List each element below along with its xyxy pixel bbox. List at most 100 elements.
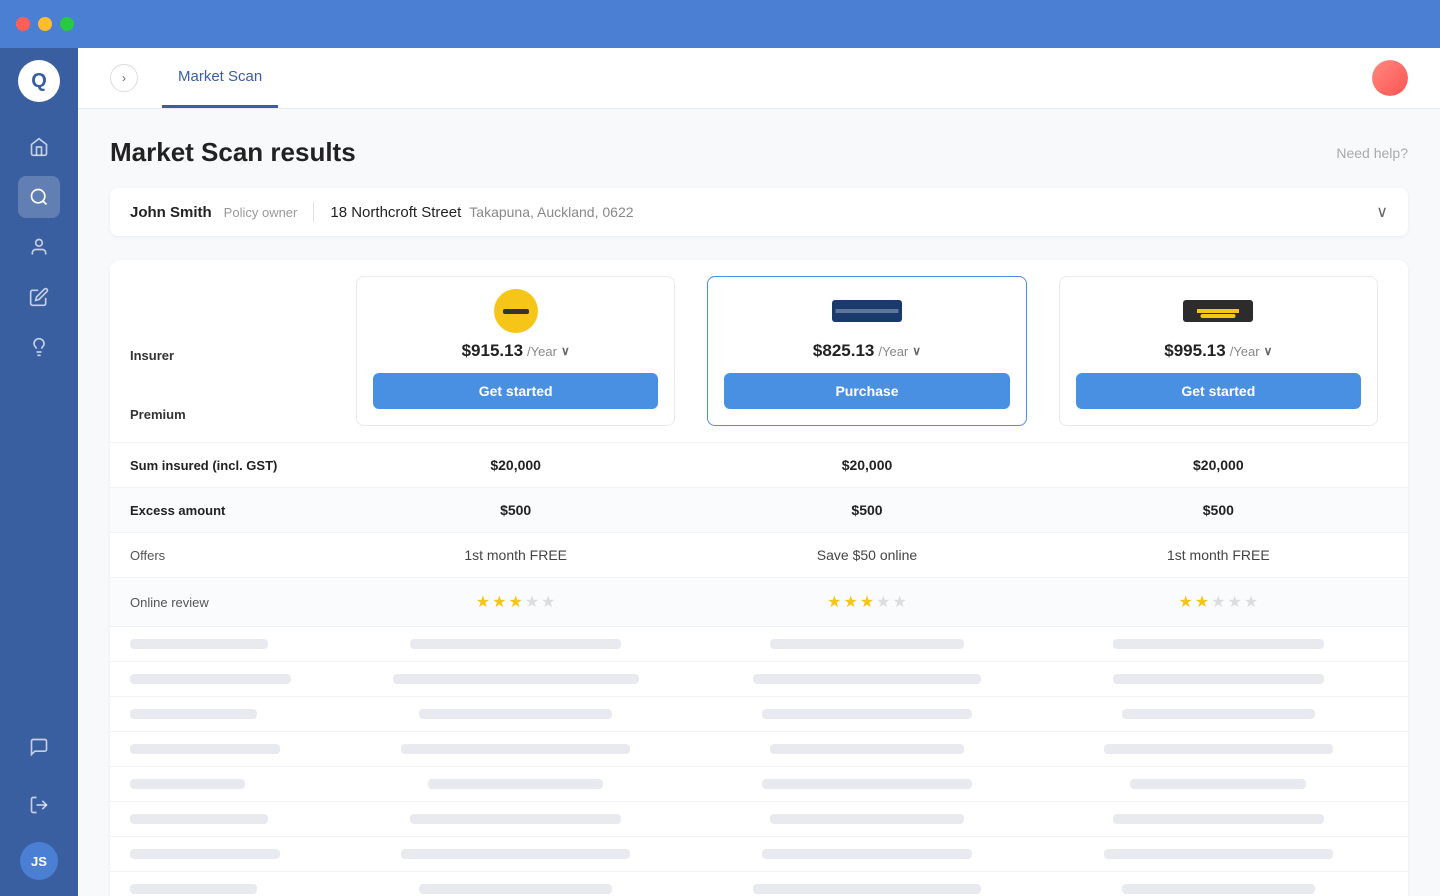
sidebar-bottom: JS [18,726,60,896]
star-5: ★ [893,592,907,612]
col1-stars: ★ ★ ★ ★ ★ [340,578,691,626]
nav-tabs: Market Scan [162,48,278,108]
skeleton-label-0 [130,639,268,649]
skeleton-val-0-1 [770,639,963,649]
col2-sum-insured: $20,000 [691,443,1042,487]
top-nav: › Market Scan [78,48,1440,109]
insurer-1-premium-chevron[interactable]: ∨ [561,344,570,358]
col1-sum-insured: $20,000 [340,443,691,487]
skeleton-label-3 [130,744,280,754]
star-1: ★ [827,592,841,612]
col3-excess: $500 [1043,488,1394,532]
insurer-3-premium-chevron[interactable]: ∨ [1264,344,1273,358]
nav-avatar[interactable] [1372,60,1408,96]
star-5: ★ [1244,592,1258,612]
insurer-3-get-started-button[interactable]: Get started [1076,373,1361,409]
traffic-light-green[interactable] [60,17,74,31]
comparison-table: Insurer Premium $915.13 [110,260,1408,896]
traffic-light-yellow[interactable] [38,17,52,31]
insurer-2-purchase-button[interactable]: Purchase [724,373,1009,409]
insurer-logo-3 [1183,293,1253,329]
user-avatar[interactable]: JS [20,842,58,880]
skeleton-row-0 [110,626,1408,661]
sidebar-item-scan[interactable] [18,176,60,218]
policy-chevron-icon[interactable]: ∨ [1376,202,1388,222]
skeleton-label-7 [130,884,257,894]
col3-offers: 1st month FREE [1043,533,1394,577]
sidebar-item-logout[interactable] [18,784,60,826]
skeleton-val-1-2 [1113,674,1324,684]
skeleton-val-4-1 [762,779,973,789]
skeleton-val-3-2 [1104,744,1332,754]
star-1: ★ [476,592,490,612]
sidebar-item-person[interactable] [18,226,60,268]
row-label-excess: Excess amount [110,489,340,532]
tab-market-scan[interactable]: Market Scan [162,48,278,108]
nav-avatar-image [1372,60,1408,96]
skeleton-row-5 [110,801,1408,836]
insurer-3-logo-shape [1183,300,1253,322]
skeleton-val-2-1 [762,709,973,719]
skeleton-val-0-0 [410,639,621,649]
skeleton-val-5-0 [410,814,621,824]
skeleton-row-7 [110,871,1408,896]
star-4: ★ [876,592,890,612]
scroll-spacer [1394,260,1408,442]
star-4: ★ [1228,592,1242,612]
skeleton-val-1-0 [393,674,639,684]
sidebar-item-edit[interactable] [18,276,60,318]
policy-owner-name: John Smith [130,204,212,221]
traffic-lights [16,17,74,31]
skeleton-val-4-0 [428,779,604,789]
skeleton-val-3-1 [770,744,963,754]
page-header: Market Scan results Need help? [110,137,1408,168]
row-online-review: Online review ★ ★ ★ ★ ★ [110,577,1408,626]
skeleton-label-1 [130,674,291,684]
star-3: ★ [860,592,874,612]
col2-stars: ★ ★ ★ ★ ★ [691,578,1042,626]
insurer-1-logo-bar [503,309,529,314]
star-2: ★ [492,592,506,612]
insurer-2-premium-chevron[interactable]: ∨ [912,344,921,358]
skeleton-val-2-0 [419,709,612,719]
policy-address: 18 Northcroft Street [330,204,461,221]
traffic-light-red[interactable] [16,17,30,31]
col3-stars: ★ ★ ★ ★ ★ [1043,578,1394,626]
skeleton-label-6 [130,849,280,859]
skeleton-val-7-1 [753,884,981,894]
sidebar: Q JS [0,0,78,896]
insurer-1-get-started-button[interactable]: Get started [373,373,658,409]
star-1: ★ [1178,592,1192,612]
skeleton-row-1 [110,661,1408,696]
main-content: › Market Scan Market Scan results Need h… [78,48,1440,896]
need-help-link[interactable]: Need help? [1336,145,1408,161]
sidebar-item-lightbulb[interactable] [18,326,60,368]
sidebar-item-home[interactable] [18,126,60,168]
page-content: Market Scan results Need help? John Smit… [78,109,1440,896]
sidebar-item-chat[interactable] [18,726,60,768]
insurer-card-inner-2: $825.13 /Year ∨ Purchase [707,276,1026,426]
col2-stars-display: ★ ★ ★ ★ ★ [691,592,1042,612]
premium-label: Premium [130,407,320,422]
col2-offers: Save $50 online [691,533,1042,577]
skeleton-val-0-2 [1113,639,1324,649]
skeleton-val-7-2 [1122,884,1315,894]
insurer-1-logo-shape [494,289,538,333]
row-label-sum-insured: Sum insured (incl. GST) [110,444,340,487]
star-2: ★ [1195,592,1209,612]
row-excess: Excess amount $500 $500 $500 [110,487,1408,532]
star-5: ★ [541,592,555,612]
skeleton-row-2 [110,696,1408,731]
col3-sum-insured: $20,000 [1043,443,1394,487]
skeleton-label-2 [130,709,257,719]
col1-stars-display: ★ ★ ★ ★ ★ [340,592,691,612]
sidebar-logo[interactable]: Q [18,60,60,102]
skeleton-row-3 [110,731,1408,766]
skeleton-val-5-1 [770,814,963,824]
nav-collapse-button[interactable]: › [110,64,138,92]
sidebar-logo-text: Q [31,70,47,93]
col1-excess: $500 [340,488,691,532]
insurer-2-logo-shape [832,300,902,322]
insurer-card-inner-1: $915.13 /Year ∨ Get started [356,276,675,426]
skeleton-label-4 [130,779,245,789]
